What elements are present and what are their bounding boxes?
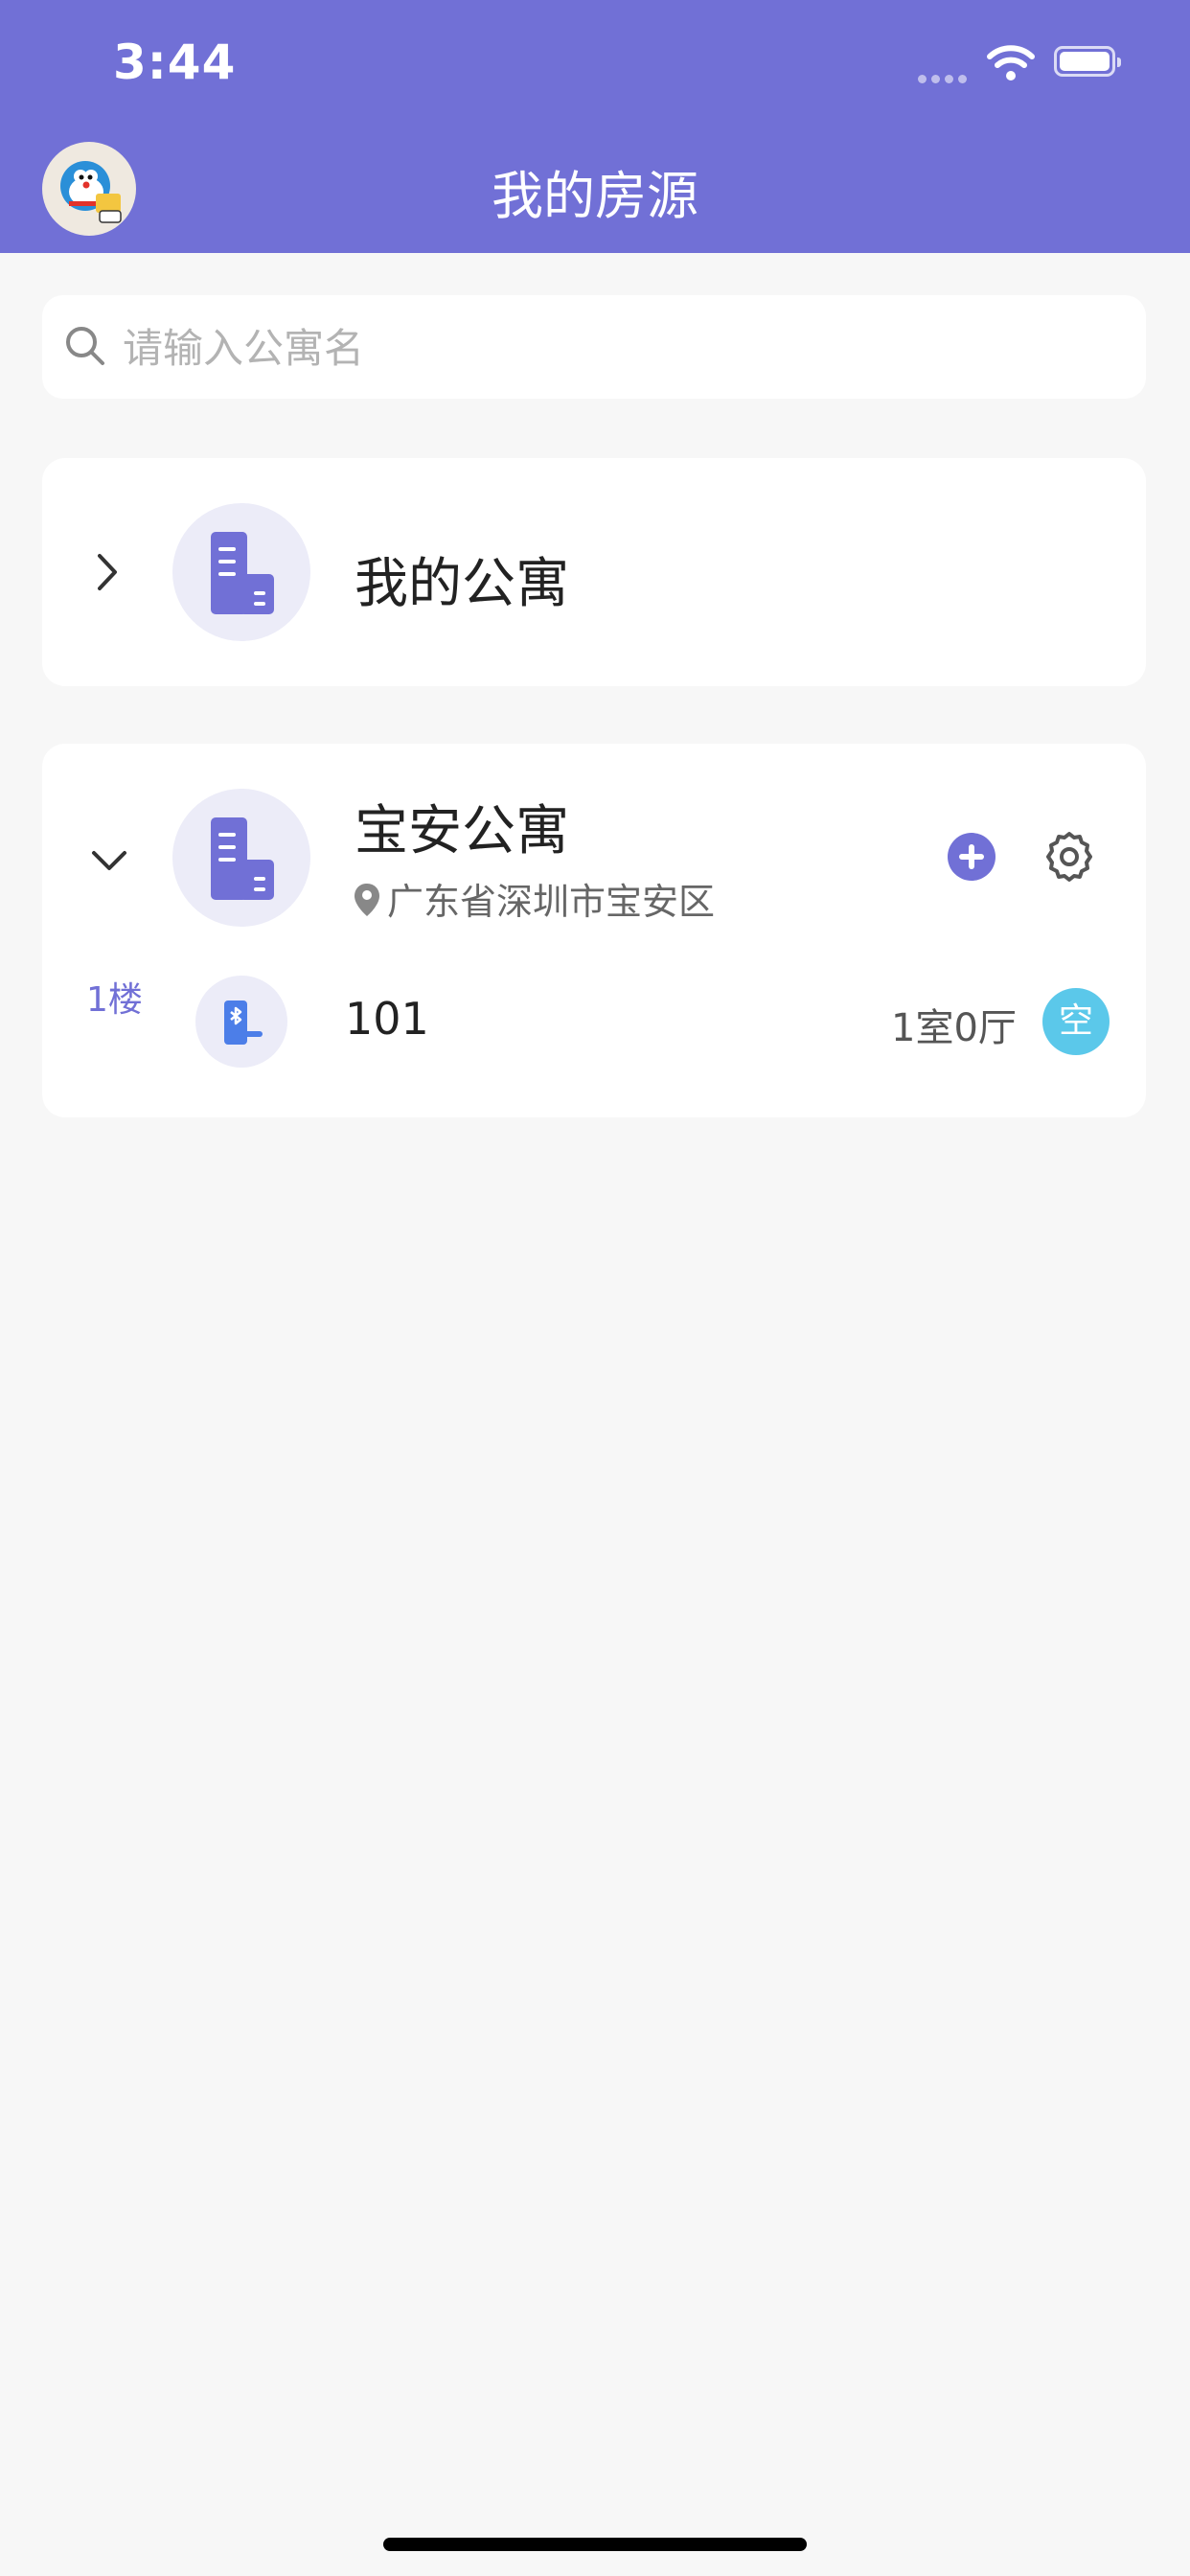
apartment-icon: [172, 789, 310, 927]
room-number: 101: [345, 993, 429, 1045]
apartment-card[interactable]: 宝安公寓 广东省深圳市宝安区 1楼 101 1室0厅 空: [42, 744, 1146, 1117]
app-header: 3:44 我的房源: [0, 0, 1190, 253]
apartment-icon: [172, 503, 310, 641]
bluetooth-lock-icon: [224, 1000, 263, 1045]
battery-icon: [1054, 46, 1121, 77]
room-status-badge: 空: [1042, 988, 1110, 1055]
chevron-down-icon[interactable]: [90, 849, 128, 872]
building-icon: [211, 532, 274, 614]
settings-gear-icon[interactable]: [1042, 830, 1096, 884]
add-room-button[interactable]: [947, 832, 996, 882]
location-pin-icon: [355, 884, 379, 916]
building-icon: [211, 817, 274, 900]
home-indicator[interactable]: [383, 2538, 807, 2551]
wifi-icon: [987, 45, 1035, 80]
apartment-name: 我的公寓: [355, 553, 569, 615]
address-text: 广东省深圳市宝安区: [387, 881, 716, 923]
status-time: 3:44: [113, 34, 237, 90]
smart-lock-icon: [195, 976, 287, 1068]
search-icon: [66, 327, 104, 365]
room-layout: 1室0厅: [891, 1006, 1017, 1050]
page-title: 我的房源: [492, 166, 698, 226]
room-row[interactable]: 101 1室0厅 空: [42, 945, 1146, 1098]
apartment-card[interactable]: 我的公寓: [42, 458, 1146, 686]
search-bar[interactable]: [42, 295, 1146, 401]
search-input[interactable]: [121, 295, 1127, 401]
cellular-signal-icon: [918, 69, 972, 87]
apartment-name: 宝安公寓: [355, 800, 569, 862]
apartment-address: 广东省深圳市宝安区: [353, 872, 715, 925]
chevron-right-icon[interactable]: [96, 552, 119, 592]
